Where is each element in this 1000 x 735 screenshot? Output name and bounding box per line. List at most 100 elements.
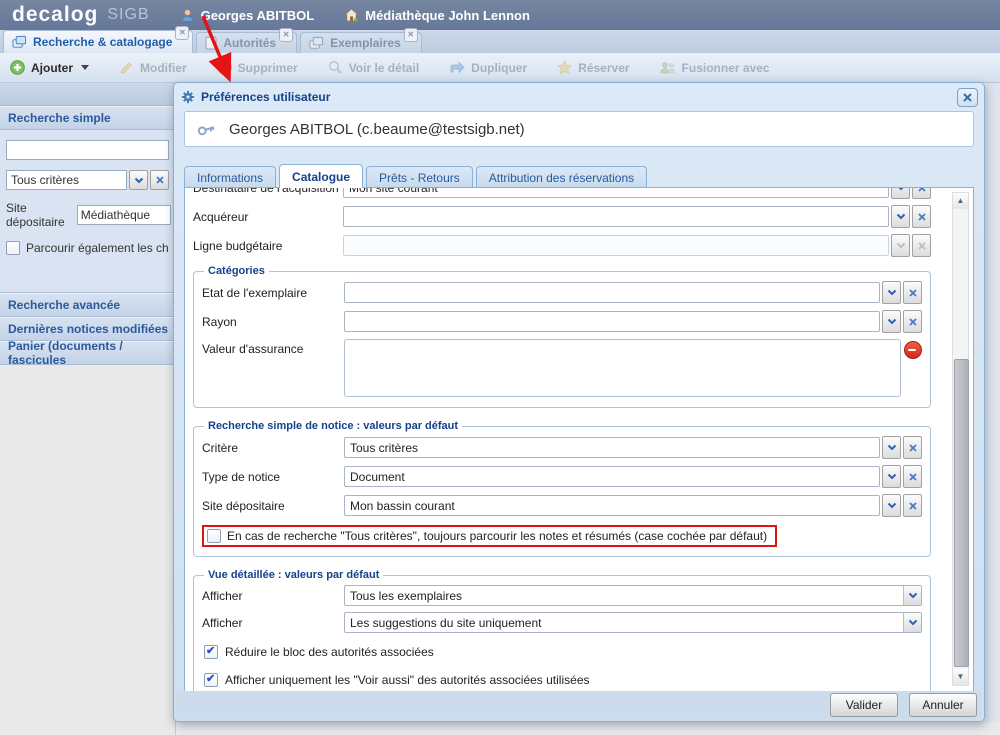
delete-button-label: Supprimer [238,61,298,75]
afficher-label: Afficher [202,616,344,630]
sidebar-section-panier[interactable]: Panier (documents / fascicules [0,341,175,365]
scroll-down-arrow-icon[interactable] [953,669,968,685]
combo-clear-button[interactable] [903,310,922,333]
tab-recherche-catalogage[interactable]: Recherche & catalogage [3,30,193,53]
combo-dropdown-button[interactable] [882,494,901,517]
star-icon [557,60,572,75]
afficher-exemplaires-row: Afficher Tous les exemplaires [202,585,922,606]
select-dropdown-button[interactable] [903,586,921,605]
site-depositaire-input[interactable]: Médiathèque [77,205,171,225]
acquereur-combo[interactable] [343,206,889,227]
critere-row: Critère Tous critères [202,436,922,459]
critere-label: Critère [202,441,344,455]
combo-dropdown-button[interactable] [891,187,910,199]
magnifier-icon [328,60,343,75]
dialog-tab-attribution-reservations[interactable]: Attribution des réservations [476,166,647,188]
tab-close-icon[interactable] [279,28,293,42]
etat-exemplaire-combo[interactable] [344,282,880,303]
dialog-titlebar[interactable]: Préférences utilisateur [174,83,984,109]
page-background [985,82,1000,722]
type-notice-label: Type de notice [202,470,344,484]
dialog-user-line: Georges ABITBOL (c.beaume@testsigb.net) [229,121,525,138]
combo-dropdown-button[interactable] [129,170,148,190]
plus-icon [10,60,25,75]
destinataire-combo[interactable]: Mon site courant [343,187,889,198]
combo-clear-button[interactable] [903,436,922,459]
app-logo-suffix: SIGB [107,6,149,24]
rayon-combo[interactable] [344,311,880,332]
dialog-title: Préférences utilisateur [201,90,330,104]
validate-button[interactable]: Valider [830,693,898,717]
scroll-up-arrow-icon[interactable] [953,193,968,209]
home-icon [344,8,359,22]
reduire-bloc-checkbox[interactable] [204,645,218,659]
current-site-name: Médiathèque John Lennon [365,8,530,23]
tab-close-icon[interactable] [404,28,418,42]
combo-dropdown-button[interactable] [882,436,901,459]
combo-clear-button[interactable] [903,494,922,517]
reduire-bloc-row: Réduire le bloc des autorités associées [204,645,922,659]
preferences-dialog: Préférences utilisateur Georges ABITBOL … [173,82,985,722]
merge-button-label: Fusionner avec [682,61,770,75]
sidebar-section-recherche-simple[interactable]: Recherche simple [0,106,175,130]
browse-fields-checkbox[interactable] [6,241,20,255]
combo-dropdown-button[interactable] [891,205,910,228]
tab-label: Informations [197,171,263,185]
valeur-assurance-textarea[interactable] [344,339,901,397]
cancel-button[interactable]: Annuler [909,693,977,717]
afficher-suggestions-select[interactable]: Les suggestions du site uniquement [344,612,922,633]
combo-clear-button[interactable] [912,187,931,199]
combo-dropdown-button[interactable] [882,310,901,333]
critere-combo[interactable]: Tous critères [344,437,880,458]
type-notice-combo[interactable]: Document [344,466,880,487]
recherche-simple-fieldset: Recherche simple de notice : valeurs par… [193,420,931,557]
tab-close-icon[interactable] [175,26,189,40]
dialog-tab-prets-retours[interactable]: Prêts - Retours [366,166,473,188]
close-icon[interactable] [957,88,978,107]
application-window: decalog SIGB Georges ABITBOL Médiathèque… [0,0,1000,735]
simple-search-form: Tous critères Site dépositaire Médiathèq… [0,130,175,293]
current-site[interactable]: Médiathèque John Lennon [344,8,530,23]
view-detail-button-label: Voir le détail [349,61,419,75]
combo-dropdown-button[interactable] [882,281,901,304]
combo-clear-button[interactable] [150,170,169,190]
select-dropdown-button[interactable] [903,613,921,632]
dialog-footer: Valider Annuler [176,691,982,719]
criteria-combo[interactable]: Tous critères [6,170,127,190]
dialog-tab-informations[interactable]: Informations [184,166,276,188]
pencil-icon [119,60,134,75]
combo-clear-button[interactable] [912,205,931,228]
tab-autorites[interactable]: Autorités [196,32,297,53]
sidebar-section-dernieres-notices[interactable]: Dernières notices modifiées [0,317,175,341]
site-depositaire-combo[interactable]: Mon bassin courant [344,495,880,516]
combo-clear-button[interactable] [903,281,922,304]
tab-label: Attribution des réservations [489,171,634,185]
combo-dropdown-button [891,234,910,257]
vertical-scrollbar[interactable] [952,192,969,686]
dialog-tab-catalogue[interactable]: Catalogue [279,164,363,188]
search-input[interactable] [6,140,169,160]
current-user[interactable]: Georges ABITBOL [180,8,315,23]
afficher-exemplaires-select[interactable]: Tous les exemplaires [344,585,922,606]
section-title: Recherche avancée [8,298,120,312]
sidebar-section-recherche-avancee[interactable]: Recherche avancée [0,293,175,317]
add-button[interactable]: Ajouter [10,60,89,75]
dialog-user-box: Georges ABITBOL (c.beaume@testsigb.net) [184,111,974,147]
section-title: Dernières notices modifiées [8,322,168,336]
remove-icon[interactable] [904,341,922,359]
scrollbar-thumb[interactable] [954,359,969,667]
type-notice-row: Type de notice Document [202,465,922,488]
combo-clear-button[interactable] [903,465,922,488]
edit-button-label: Modifier [140,61,187,75]
page-icon [205,36,217,50]
duplicate-button-label: Dupliquer [471,61,527,75]
site-depositaire-row: Site dépositaire Mon bassin courant [202,494,922,517]
acquereur-row: Acquéreur [193,205,931,228]
app-logo: decalog [12,3,98,27]
edit-button: Modifier [119,60,187,75]
combo-dropdown-button[interactable] [882,465,901,488]
tab-label: Prêts - Retours [379,171,460,185]
tous-criteres-notes-checkbox[interactable] [207,529,221,543]
voir-aussi-checkbox[interactable] [204,673,218,687]
tab-exemplaires[interactable]: Exemplaires [300,32,422,53]
